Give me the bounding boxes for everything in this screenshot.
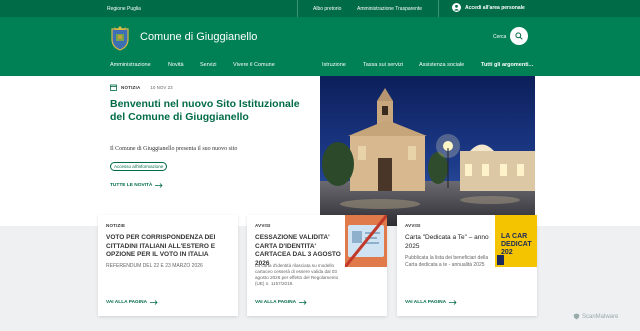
arrow-right-icon [155,183,163,188]
nav-item-all-topics[interactable]: Tutti gli argomenti... [481,62,533,68]
divider [297,0,298,17]
search-label: Cerca [493,34,507,40]
card-more-link[interactable]: VAI ALLA PAGINA [255,300,307,305]
news-card[interactable]: NOTIZIE VOTO PER CORRISPONDENZA DEI CITT… [98,215,238,316]
card-more-label: VAI ALLA PAGINA [255,300,297,305]
notice-card[interactable]: AVVISI CESSAZIONE VALIDITA' CARTA D'IDEN… [247,215,387,316]
login-label: Accedi all'area personale [465,4,525,11]
nav-item-amministrazione[interactable]: Amministrazione [110,62,151,68]
municipality-crest-icon[interactable] [109,25,131,51]
topic-chip[interactable]: Accesso all'informazione [110,162,168,171]
nav-item-assistenza-sociale[interactable]: Assistenza sociale [419,62,464,68]
search-icon [515,32,523,40]
card-category: AVVISI [255,223,271,228]
card-more-label: VAI ALLA PAGINA [106,300,148,305]
card-title[interactable]: Carta "Dedicata a Te" – anno 2025 [405,234,493,251]
card-category: AVVISI [405,223,421,228]
amministrazione-trasparente-link[interactable]: Amministrazione Trasparente [357,6,422,12]
watermark: ScanMalware [573,313,618,320]
login-button[interactable]: Accedi all'area personale [452,3,525,12]
hero-title[interactable]: Benvenuti nel nuovo Sito Istituzionale d… [110,98,310,124]
watermark-text: ScanMalware [582,313,619,320]
region-link[interactable]: Regione Puglia [107,6,141,12]
albo-pretorio-link[interactable]: Albo pretorio [313,6,341,12]
divider [438,0,439,17]
card-text: REFERENDUM DEL 22 E 23 MARZO 2026 [106,263,203,269]
hero-meta: NOTIZIA 10 NOV 23 [110,84,173,91]
card-text: La carta d'identità rilasciata su modell… [255,263,339,286]
hero-subtitle: Il Comune di Giuggianello presenta il su… [110,146,238,152]
card-more-link[interactable]: VAI ALLA PAGINA [106,300,158,305]
card-more-label: VAI ALLA PAGINA [405,300,447,305]
all-news-link[interactable]: TUTTE LE NOVITÀ [110,183,163,188]
search-button[interactable] [510,27,528,45]
shield-icon [573,313,580,320]
card-thumbnail [345,215,387,267]
card-text: Pubblicata la lista dei beneficiari dell… [405,255,489,268]
all-news-label: TUTTE LE NOVITÀ [110,183,153,188]
card-category: NOTIZIE [106,223,126,228]
site-header: Comune di Giuggianello Cerca Amministraz… [0,17,640,76]
card-thumbnail: LA CAR DEDICAT 202 [495,215,537,267]
nav-item-istruzione[interactable]: Istruzione [322,62,346,68]
arrow-right-icon [150,300,158,305]
user-icon [452,3,461,12]
hero-image [320,76,535,226]
hero-section: NOTIZIA 10 NOV 23 Benvenuti nel nuovo Si… [0,76,640,226]
site-title[interactable]: Comune di Giuggianello [140,31,257,43]
nav-item-novita[interactable]: Novità [168,62,184,68]
nav-item-tassa-sui-servizi[interactable]: Tassa sui servizi [363,62,403,68]
hero-date: 10 NOV 23 [150,85,173,90]
nav-item-vivere-il-comune[interactable]: Vivere il Comune [233,62,275,68]
top-utility-bar: Regione Puglia Albo pretorio Amministraz… [0,0,640,17]
nav-item-servizi[interactable]: Servizi [200,62,217,68]
arrow-right-icon [449,300,457,305]
card-title[interactable]: VOTO PER CORRISPONDENZA DEI CITTADINI IT… [106,234,234,260]
notice-card[interactable]: AVVISI Carta "Dedicata a Te" – anno 2025… [397,215,537,316]
arrow-right-icon [299,300,307,305]
calendar-icon [110,84,117,91]
hero-category: NOTIZIA [121,85,141,90]
card-more-link[interactable]: VAI ALLA PAGINA [405,300,457,305]
